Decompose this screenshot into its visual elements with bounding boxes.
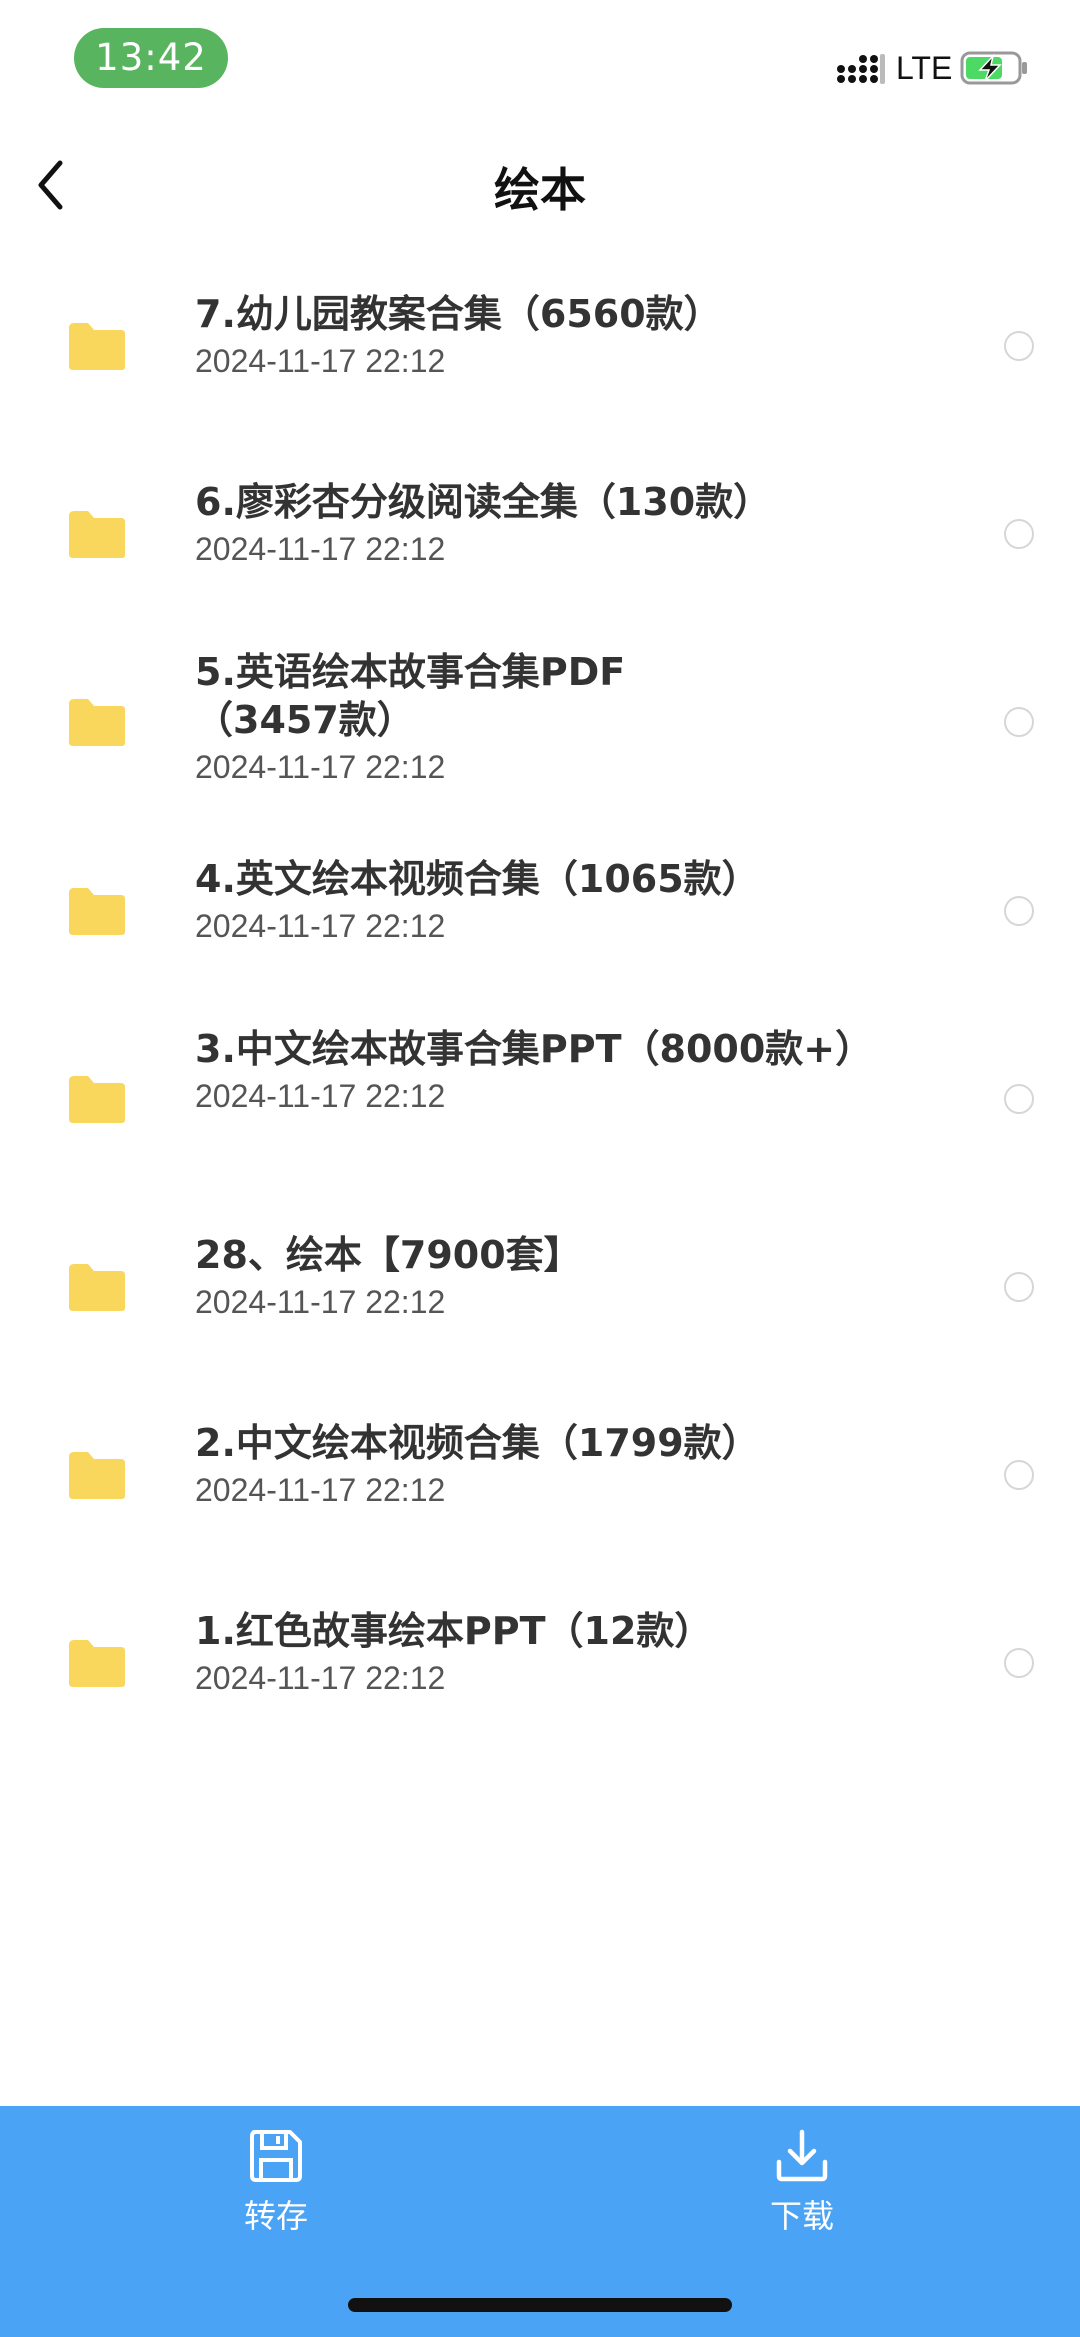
select-radio[interactable] — [1004, 896, 1034, 926]
folder-icon — [69, 1076, 125, 1123]
battery-icon — [960, 51, 1027, 85]
folder-icon — [69, 1640, 125, 1687]
file-row[interactable]: 1.红色故事绘本PPT（12款） 2024-11-17 22:12 — [0, 1597, 1080, 1777]
nav-header: 绘本 — [0, 140, 1080, 240]
signal-icon — [837, 54, 885, 84]
file-date: 2024-11-17 22:12 — [195, 343, 446, 379]
home-indicator — [348, 2298, 732, 2312]
chevron-left-icon — [38, 160, 63, 210]
file-date: 2024-11-17 22:12 — [195, 1284, 446, 1320]
folder-icon — [69, 1452, 125, 1499]
folder-icon — [69, 1264, 125, 1311]
network-type: LTE — [896, 50, 953, 86]
file-name: 2.中文绘本视频合集（1799款） — [195, 1421, 760, 1465]
file-row[interactable]: 5.英语绘本故事合集PDF（3457款） 2024-11-17 22:12 — [0, 650, 1080, 856]
back-button[interactable] — [20, 150, 80, 220]
select-radio[interactable] — [1004, 707, 1034, 737]
file-date: 2024-11-17 22:12 — [195, 1472, 446, 1508]
file-row[interactable]: 2.中文绘本视频合集（1799款） 2024-11-17 22:12 — [0, 1409, 1080, 1589]
file-name: 1.红色故事绘本PPT（12款） — [195, 1609, 713, 1653]
file-row[interactable]: 6.廖彩杏分级阅读全集（130款） 2024-11-17 22:12 — [0, 468, 1080, 648]
file-row[interactable]: 3.中文绘本故事合集PPT（8000款+） 2024-11-17 22:12 — [0, 1027, 1080, 1233]
file-name: 7.幼儿园教案合集（6560款） — [195, 292, 722, 336]
download-button[interactable]: 下载 — [702, 2126, 902, 2266]
file-name: 4.英文绘本视频合集（1065款） — [195, 857, 760, 901]
status-time: 13:42 — [74, 28, 228, 88]
select-radio[interactable] — [1004, 519, 1034, 549]
select-radio[interactable] — [1004, 1084, 1034, 1114]
file-row[interactable]: 7.幼儿园教案合集（6560款） 2024-11-17 22:12 — [0, 280, 1080, 460]
file-date: 2024-11-17 22:12 — [195, 1078, 446, 1114]
select-radio[interactable] — [1004, 331, 1034, 361]
folder-icon — [69, 888, 125, 935]
page-title: 绘本 — [494, 163, 586, 217]
file-name: 28、绘本【7900套】 — [195, 1233, 582, 1277]
file-row[interactable]: 28、绘本【7900套】 2024-11-17 22:12 — [0, 1221, 1080, 1401]
folder-icon — [69, 511, 125, 558]
save-to-drive-button[interactable]: 转存 — [176, 2126, 376, 2266]
select-radio[interactable] — [1004, 1460, 1034, 1490]
download-label: 下载 — [769, 2197, 834, 2235]
file-date: 2024-11-17 22:12 — [195, 531, 446, 567]
file-name: 5.英语绘本故事合集PDF（3457款） — [195, 650, 626, 742]
download-icon — [776, 2129, 828, 2182]
file-name: 6.廖彩杏分级阅读全集（130款） — [195, 480, 772, 524]
floppy-disk-icon — [250, 2130, 302, 2182]
folder-icon — [69, 699, 125, 746]
file-date: 2024-11-17 22:12 — [195, 749, 446, 785]
file-row[interactable]: 4.英文绘本视频合集（1065款） 2024-11-17 22:12 — [0, 845, 1080, 1025]
select-radio[interactable] — [1004, 1648, 1034, 1678]
select-radio[interactable] — [1004, 1272, 1034, 1302]
file-date: 2024-11-17 22:12 — [195, 908, 446, 944]
save-label: 转存 — [243, 2197, 308, 2235]
folder-icon — [69, 323, 125, 370]
status-bar: 13:42 LTE — [0, 0, 1080, 120]
file-date: 2024-11-17 22:12 — [195, 1660, 446, 1696]
file-name: 3.中文绘本故事合集PPT（8000款+） — [195, 1027, 874, 1071]
